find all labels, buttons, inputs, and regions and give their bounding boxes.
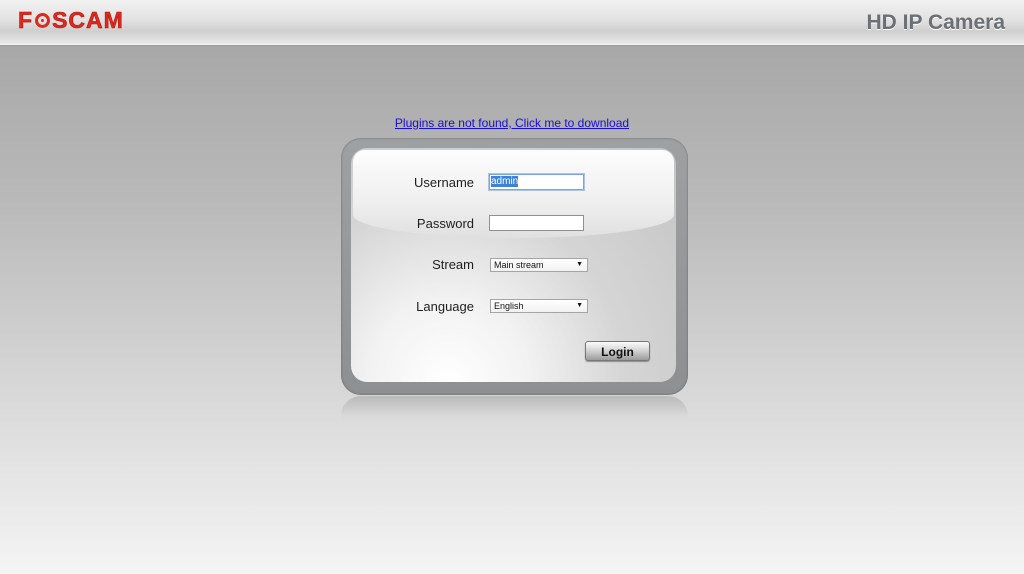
username-value: admin [491,176,519,187]
chevron-down-icon: ▼ [576,261,583,268]
language-selected-value: English [494,301,524,311]
panel-reflection [341,396,688,424]
stream-label: Stream [432,257,474,272]
chevron-down-icon: ▼ [576,302,583,309]
username-field[interactable]: admin [489,174,584,190]
product-name: HD IP Camera [866,11,1005,34]
password-field[interactable] [489,215,584,231]
plugin-download-link[interactable]: Plugins are not found, Click me to downl… [395,116,629,130]
password-label: Password [416,216,474,231]
username-label: Username [414,175,474,190]
app-header: F SCAM HD IP Camera [0,0,1024,45]
logo-text-suffix: SCAM [52,7,124,34]
plugin-notice: Plugins are not found, Click me to downl… [0,116,1024,130]
logo-text-prefix: F [18,7,34,34]
language-label: Language [416,299,474,314]
stream-selected-value: Main stream [494,260,544,270]
foscam-logo: F SCAM [18,7,124,34]
stream-select[interactable]: Main stream ▼ [490,258,588,272]
language-select[interactable]: English ▼ [490,299,588,313]
login-button[interactable]: Login [585,341,650,361]
camera-lens-icon [35,13,51,28]
